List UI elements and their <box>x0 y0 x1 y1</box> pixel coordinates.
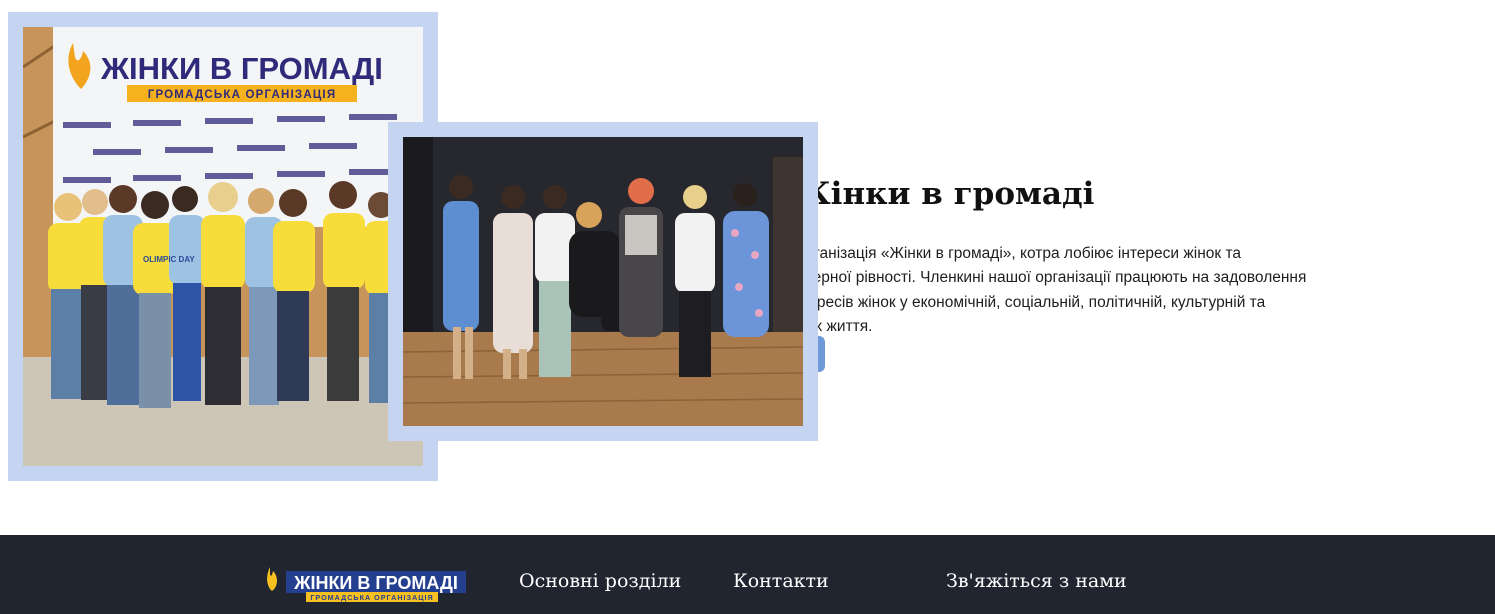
footer-heading-contacts: Контакти <box>733 570 829 592</box>
footer-logo[interactable]: ЖІНКИ В ГРОМАДІ ГРОМАДСЬКА ОРГАНІЗАЦІЯ <box>264 565 468 603</box>
footer-heading-contact-us: Зв'яжіться з нами <box>946 570 1127 592</box>
banner-title-text: ЖІНКИ В ГРОМАДІ <box>100 51 383 86</box>
team-photo-frame-front <box>388 122 818 441</box>
banner-subtitle-text: ГРОМАДСЬКА ОРГАНІЗАЦІЯ <box>148 89 337 101</box>
team-photo-yellow-shirts: ЖІНКИ В ГРОМАДІ ГРОМАДСЬКА ОРГАНІЗАЦІЯ O… <box>23 27 423 466</box>
section-title: Жінки в громаді <box>790 176 1095 212</box>
shirt-print-text: OLIMPIC DAY <box>143 255 195 264</box>
team-photo-frame-back: ЖІНКИ В ГРОМАДІ ГРОМАДСЬКА ОРГАНІЗАЦІЯ O… <box>8 12 438 481</box>
team-photo-studio-image <box>403 137 803 426</box>
footer-heading-sections: Основні розділи <box>519 570 682 592</box>
footer-logo-subtitle: ГРОМАДСЬКА ОРГАНІЗАЦІЯ <box>310 593 433 602</box>
team-photo-yellow-shirts-image: ЖІНКИ В ГРОМАДІ ГРОМАДСЬКА ОРГАНІЗАЦІЯ O… <box>23 27 423 466</box>
footer-logo-image: ЖІНКИ В ГРОМАДІ ГРОМАДСЬКА ОРГАНІЗАЦІЯ <box>267 567 466 602</box>
footer-logo-title: ЖІНКИ В ГРОМАДІ <box>293 573 458 593</box>
team-photo-studio <box>403 137 803 426</box>
